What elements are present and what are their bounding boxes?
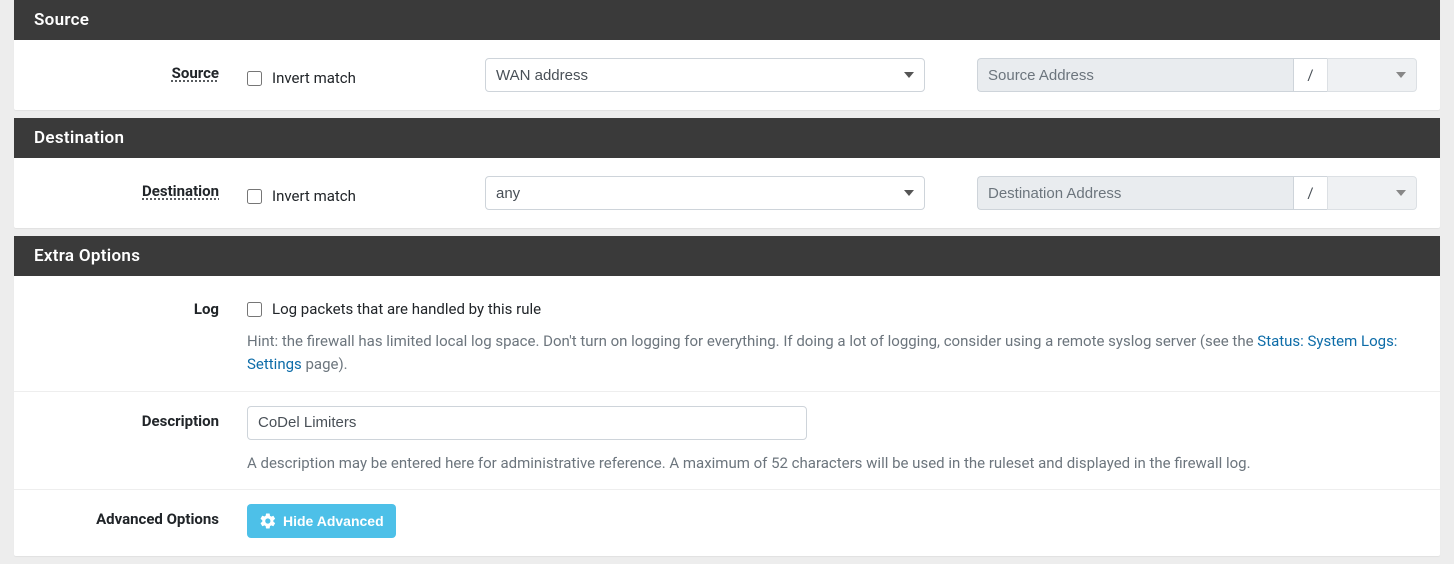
destination-row: Destination Invert match any /	[14, 168, 1440, 218]
description-row: Description A description may be entered…	[14, 391, 1440, 483]
source-type-select[interactable]: WAN address	[485, 58, 925, 92]
source-panel: Source Source Invert match WAN address /	[14, 0, 1440, 110]
gear-icon	[259, 512, 277, 530]
source-slash: /	[1293, 58, 1327, 92]
destination-address-group: /	[977, 176, 1417, 210]
source-heading: Source	[14, 0, 1440, 40]
hide-advanced-label: Hide Advanced	[283, 513, 384, 529]
destination-mask-select[interactable]	[1327, 176, 1417, 210]
destination-invert-label: Invert match	[272, 187, 356, 205]
source-mask-select[interactable]	[1327, 58, 1417, 92]
destination-invert-checkbox[interactable]	[247, 189, 262, 204]
source-invert-label: Invert match	[272, 69, 356, 87]
destination-type-select[interactable]: any	[485, 176, 925, 210]
extra-options-panel: Extra Options Log Log packets that are h…	[14, 236, 1440, 556]
log-checkbox-label: Log packets that are handled by this rul…	[272, 300, 541, 318]
extra-options-heading: Extra Options	[14, 236, 1440, 276]
description-hint: A description may be entered here for ad…	[247, 446, 1422, 475]
advanced-options-label: Advanced Options	[32, 504, 247, 528]
hide-advanced-button[interactable]: Hide Advanced	[247, 504, 396, 538]
source-row: Source Invert match WAN address /	[14, 50, 1440, 100]
source-address-group: /	[977, 58, 1417, 92]
description-input[interactable]	[247, 406, 807, 440]
description-label: Description	[32, 406, 247, 430]
log-label: Log	[32, 294, 247, 318]
source-label: Source	[32, 58, 247, 82]
advanced-options-row: Advanced Options Hide Advanced	[14, 489, 1440, 546]
destination-address-input[interactable]	[977, 176, 1293, 210]
destination-invert-wrap[interactable]: Invert match	[247, 181, 477, 205]
log-checkbox-wrap[interactable]: Log packets that are handled by this rul…	[247, 294, 1422, 318]
source-address-input[interactable]	[977, 58, 1293, 92]
log-hint: Hint: the firewall has limited local log…	[247, 324, 1422, 377]
destination-panel: Destination Destination Invert match any…	[14, 118, 1440, 228]
destination-label: Destination	[32, 176, 247, 200]
destination-slash: /	[1293, 176, 1327, 210]
log-checkbox[interactable]	[247, 302, 262, 317]
log-row: Log Log packets that are handled by this…	[14, 286, 1440, 385]
destination-heading: Destination	[14, 118, 1440, 158]
source-invert-wrap[interactable]: Invert match	[247, 63, 477, 87]
source-invert-checkbox[interactable]	[247, 71, 262, 86]
